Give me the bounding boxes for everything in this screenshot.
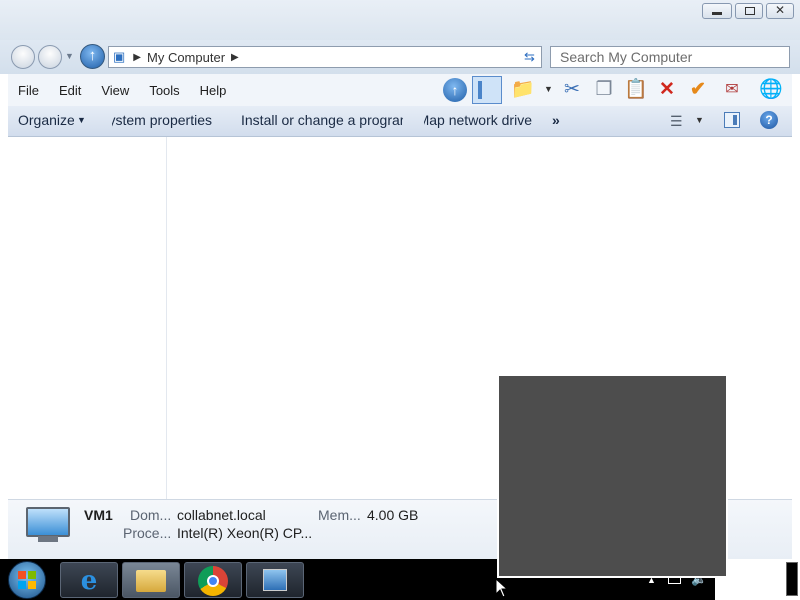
taskbar-internet-explorer[interactable]: e xyxy=(60,562,118,598)
refresh-button[interactable]: ⇆ xyxy=(518,46,542,68)
help-icon[interactable]: ? xyxy=(760,111,778,129)
processor-label: Proce... xyxy=(123,525,172,541)
domain-value: collabnet.local xyxy=(177,507,266,523)
memory-value: 4.00 GB xyxy=(367,507,419,523)
menu-tools[interactable]: Tools xyxy=(139,83,189,98)
system-properties-button[interactable]: System properties xyxy=(112,112,212,128)
start-button[interactable] xyxy=(8,561,46,599)
menu-file[interactable]: File xyxy=(8,83,49,98)
window-title-bar xyxy=(0,0,800,40)
breadcrumb-my-computer[interactable]: My Computer xyxy=(147,50,225,65)
back-button[interactable] xyxy=(11,45,35,69)
menu-edit[interactable]: Edit xyxy=(49,83,91,98)
menu-view[interactable]: View xyxy=(91,83,139,98)
restore-button[interactable] xyxy=(735,3,763,19)
system-properties-label: System properties xyxy=(112,112,212,128)
search-placeholder: Search My Computer xyxy=(560,49,693,65)
preview-overlay xyxy=(497,374,728,578)
up-folder-button[interactable]: ↑ xyxy=(80,44,105,69)
show-desktop-button[interactable] xyxy=(786,562,798,596)
memory-label: Mem... xyxy=(318,507,361,523)
close-icon: ✕ xyxy=(774,3,786,17)
more-commands-button[interactable]: » xyxy=(552,112,560,128)
computer-icon: ▣ xyxy=(113,49,126,64)
chrome-icon xyxy=(198,566,228,596)
folders-pane-toggle-button[interactable] xyxy=(472,76,502,104)
folder-icon xyxy=(136,570,166,592)
domain-label: Dom... xyxy=(130,507,172,523)
organize-dropdown-icon[interactable]: ▼ xyxy=(77,115,86,125)
cut-icon[interactable]: ✂ xyxy=(560,78,584,102)
mouse-cursor-icon xyxy=(495,578,509,598)
computer-stand xyxy=(38,536,58,542)
delete-icon[interactable]: ✕ xyxy=(655,78,679,102)
taskbar-chrome[interactable] xyxy=(184,562,242,598)
map-drive-button[interactable]: Map network drive xyxy=(424,112,532,128)
search-input[interactable]: Search My Computer xyxy=(550,46,790,68)
address-bar[interactable]: ▣ ▶ My Computer ▶ ▼ xyxy=(108,46,542,68)
navigation-pane[interactable] xyxy=(8,137,167,499)
globe-icon[interactable]: 🌐 xyxy=(759,78,783,102)
pane-icon xyxy=(478,81,482,99)
properties-icon[interactable]: ✉ xyxy=(720,78,744,102)
paste-icon[interactable]: 📋 xyxy=(624,78,648,102)
computer-icon xyxy=(26,507,70,537)
view-list-icon[interactable]: ☰ xyxy=(670,113,683,130)
taskbar-windows-explorer[interactable] xyxy=(122,562,180,598)
internet-explorer-icon: e xyxy=(80,566,98,596)
preview-pane-icon[interactable] xyxy=(724,112,740,128)
checkmark-icon[interactable]: ✔ xyxy=(686,78,710,102)
copy-icon[interactable]: ❐ xyxy=(592,78,616,102)
organize-button[interactable]: Organize xyxy=(18,112,74,128)
history-chevron-icon[interactable]: ▼ xyxy=(65,51,74,61)
breadcrumb-arrow-icon[interactable]: ▶ xyxy=(133,52,141,63)
monitor-icon xyxy=(263,569,287,591)
up-arrow-icon[interactable]: ↑ xyxy=(443,78,467,102)
restore-icon xyxy=(745,7,755,15)
install-program-button[interactable]: Install or change a program xyxy=(241,112,403,128)
view-dropdown-icon[interactable]: ▼ xyxy=(695,115,704,125)
processor-value: Intel(R) Xeon(R) CP... xyxy=(177,525,313,541)
close-window-button[interactable]: ✕ xyxy=(766,3,794,19)
breadcrumb-arrow-icon[interactable]: ▶ xyxy=(231,52,239,63)
menu-help[interactable]: Help xyxy=(190,83,237,98)
minimize-button[interactable] xyxy=(702,3,732,19)
taskbar-network-app[interactable] xyxy=(246,562,304,598)
options-dropdown-icon[interactable]: ▼ xyxy=(544,84,553,94)
forward-button[interactable] xyxy=(38,45,62,69)
minimize-icon xyxy=(712,12,722,15)
map-drive-label: Map network drive xyxy=(424,112,532,128)
computer-name: VM1 xyxy=(84,507,113,523)
folder-options-icon[interactable]: 📁 xyxy=(511,78,535,102)
